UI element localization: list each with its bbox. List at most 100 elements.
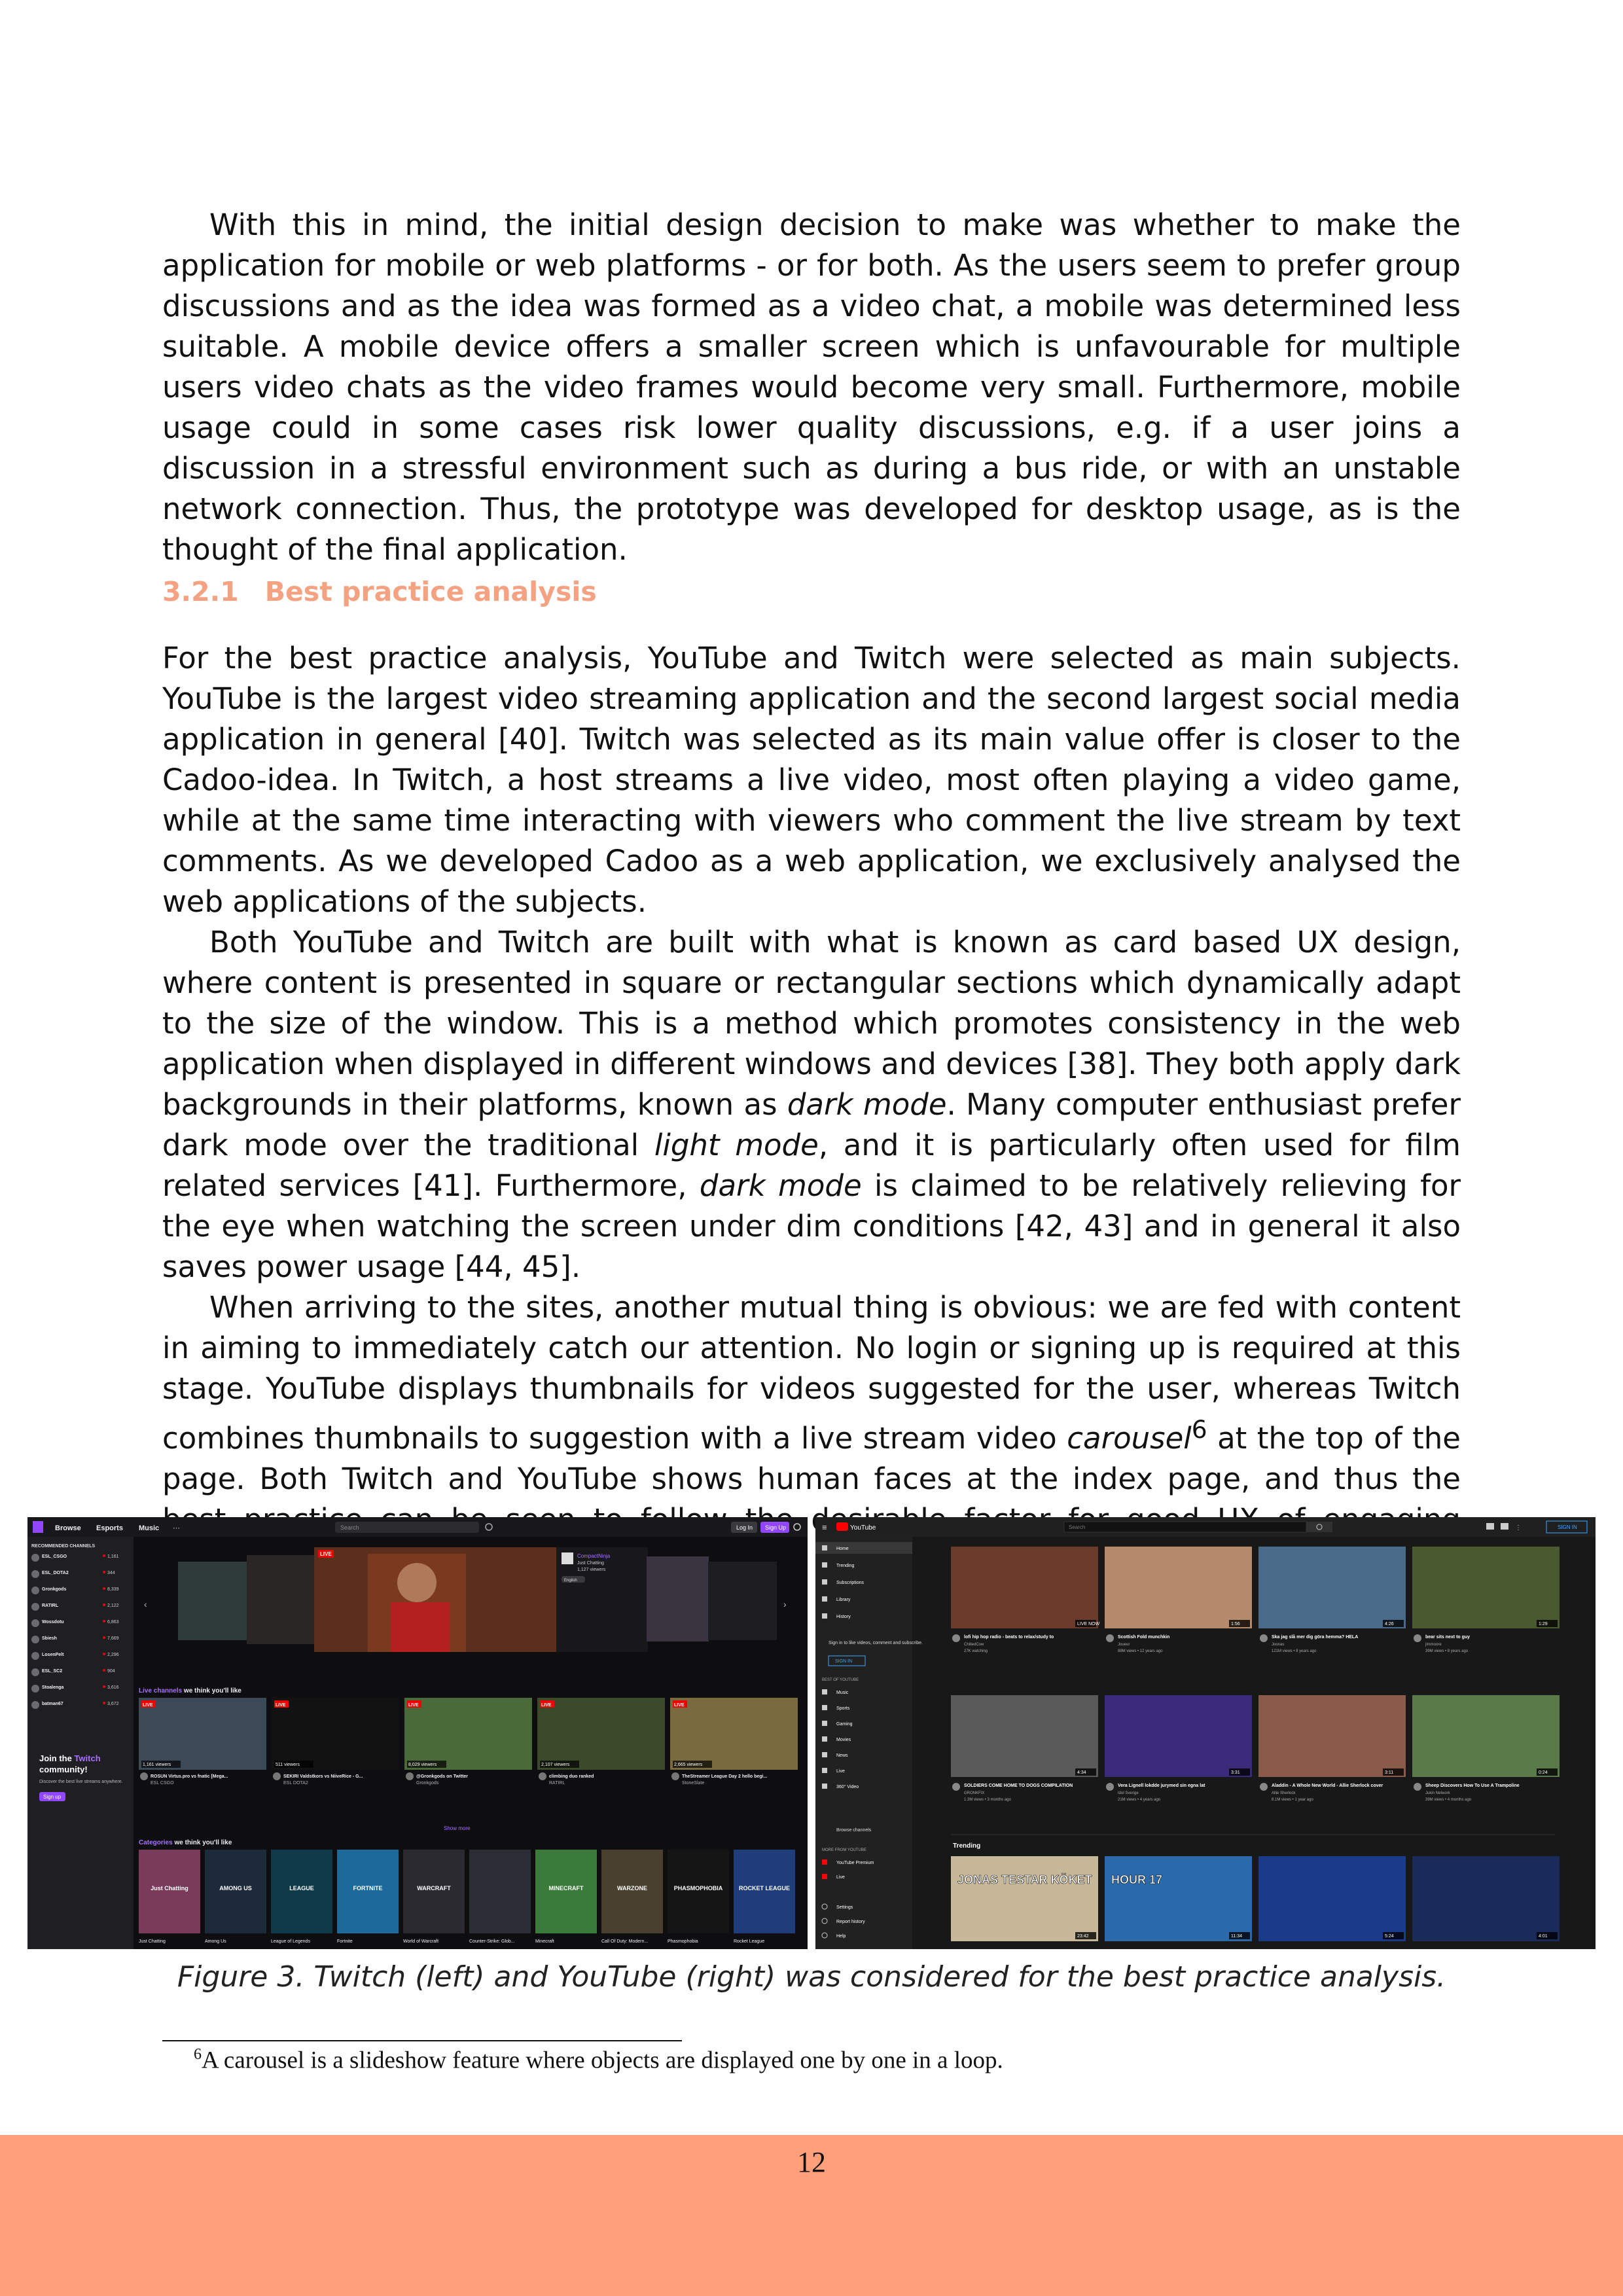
sidebar-more-item[interactable]: Live: [836, 1875, 845, 1880]
video-title[interactable]: Scottish Fold munchkin: [1118, 1635, 1169, 1640]
category-boxart[interactable]: [734, 1850, 795, 1933]
carousel-side-card[interactable]: [708, 1562, 777, 1640]
more-icon[interactable]: ···: [173, 1524, 180, 1532]
channel-name[interactable]: Sbiesh: [42, 1636, 57, 1641]
avatar[interactable]: [1260, 1634, 1268, 1642]
stream-title[interactable]: @Gronkgods on Twitter: [416, 1774, 468, 1779]
video-thumbnail[interactable]: [1258, 1695, 1406, 1777]
video-thumbnail[interactable]: [1258, 1547, 1406, 1628]
category-name[interactable]: Minecraft: [535, 1939, 554, 1944]
sidebar-nav-item[interactable]: History: [836, 1615, 851, 1619]
category-boxart[interactable]: [205, 1850, 266, 1933]
category-name[interactable]: Among Us: [205, 1939, 226, 1944]
category-boxart[interactable]: [601, 1850, 663, 1933]
video-channel[interactable]: Idol Sverige: [1118, 1791, 1139, 1795]
avatar[interactable]: [31, 1685, 39, 1693]
video-thumbnail[interactable]: [951, 1695, 1098, 1777]
video-channel[interactable]: GRONKFIX: [964, 1791, 984, 1795]
category-name[interactable]: Just Chatting: [139, 1939, 166, 1944]
sidebar-category-item[interactable]: Sports: [836, 1706, 850, 1711]
more-icon[interactable]: ⋮: [1515, 1524, 1522, 1532]
avatar[interactable]: [671, 1772, 679, 1780]
avatar[interactable]: [31, 1603, 39, 1611]
avatar[interactable]: [31, 1668, 39, 1676]
trending-thumbnail[interactable]: [1412, 1856, 1560, 1941]
avatar[interactable]: [31, 1587, 39, 1594]
video-channel[interactable]: Joonas: [1272, 1643, 1284, 1647]
youtube-search-input[interactable]: [1063, 1521, 1307, 1533]
stream-channel[interactable]: Gronkgods: [416, 1781, 439, 1785]
stream-title[interactable]: SEKIRI Valdstkors vs NiiveRice - G...: [283, 1774, 363, 1779]
category-boxart[interactable]: [469, 1850, 531, 1933]
live-thumbnail[interactable]: [404, 1698, 532, 1770]
twitch-logo-icon[interactable]: [33, 1521, 43, 1533]
channel-name[interactable]: Wossdotu: [42, 1620, 64, 1624]
sidebar-category-item[interactable]: Live: [836, 1769, 845, 1774]
sidebar-category-item[interactable]: News: [836, 1753, 848, 1758]
video-channel[interactable]: Jukin Network: [1425, 1791, 1451, 1795]
sidebar-nav-item[interactable]: Home: [836, 1547, 849, 1551]
sidebar-category-item[interactable]: Gaming: [836, 1722, 853, 1727]
create-video-icon[interactable]: [1486, 1523, 1494, 1530]
stream-title[interactable]: climbing duo ranked: [549, 1774, 594, 1779]
stream-title[interactable]: TheStreamer League Day 2 hello begi...: [682, 1774, 767, 1779]
category-boxart[interactable]: [271, 1850, 332, 1933]
video-title[interactable]: Sheep Discovers How To Use A Trampoline: [1425, 1784, 1520, 1788]
channel-name[interactable]: ESL_SC2: [42, 1669, 62, 1674]
video-channel[interactable]: Allie Sherlock: [1272, 1791, 1296, 1795]
youtube-logo-text[interactable]: YouTube: [850, 1524, 876, 1532]
video-title[interactable]: Ska jag slå mer dig göra hemma? HELA: [1272, 1634, 1358, 1640]
avatar[interactable]: [31, 1652, 39, 1660]
video-thumbnail[interactable]: [1105, 1695, 1252, 1777]
stream-channel[interactable]: StoneSlate: [682, 1781, 704, 1785]
footnote-ref[interactable]: 6: [1192, 1415, 1207, 1444]
trending-thumbnail[interactable]: [1258, 1856, 1406, 1941]
featured-channel-name[interactable]: CompactNinja: [577, 1553, 611, 1559]
category-boxart[interactable]: [337, 1850, 399, 1933]
avatar[interactable]: [31, 1701, 39, 1709]
avatar[interactable]: [1260, 1783, 1268, 1791]
avatar[interactable]: [31, 1636, 39, 1643]
carousel-prev-icon[interactable]: ‹: [144, 1599, 147, 1609]
carousel-next-icon[interactable]: ›: [783, 1599, 787, 1609]
category-name[interactable]: League of Legends: [271, 1939, 310, 1944]
sidebar-settings-item[interactable]: Settings: [836, 1905, 853, 1910]
video-title[interactable]: Aladdin - A Whole New World - Allie Sher…: [1272, 1784, 1383, 1788]
carousel-side-card[interactable]: [178, 1562, 253, 1640]
stream-title[interactable]: ROSUN Virtus.pro vs fnatic [Mega...: [151, 1774, 228, 1779]
video-title[interactable]: lofi hip hop radio - beats to relax/stud…: [964, 1635, 1054, 1640]
live-thumbnail[interactable]: [670, 1698, 798, 1770]
avatar[interactable]: [562, 1552, 573, 1564]
video-title[interactable]: Vera Lignell lokdde jurymed sin egna lat: [1118, 1784, 1205, 1788]
avatar[interactable]: [1414, 1783, 1421, 1791]
channel-name[interactable]: batman67: [42, 1702, 63, 1706]
stream-channel[interactable]: ESL CSGO: [151, 1781, 174, 1785]
live-thumbnail[interactable]: [272, 1698, 399, 1770]
video-channel[interactable]: jimmoore: [1425, 1643, 1442, 1647]
avatar[interactable]: [1106, 1634, 1114, 1642]
channel-name[interactable]: ESL_CSGO: [42, 1554, 67, 1559]
category-boxart[interactable]: [668, 1850, 729, 1933]
avatar[interactable]: [31, 1570, 39, 1578]
twitch-nav-esports[interactable]: Esports: [96, 1524, 123, 1532]
sidebar-more-item[interactable]: YouTube Premium: [836, 1861, 874, 1865]
category-boxart[interactable]: [535, 1850, 597, 1933]
video-title[interactable]: bear sits next to guy: [1425, 1635, 1470, 1640]
sidebar-settings-item[interactable]: Report history: [836, 1920, 865, 1924]
trending-thumbnail[interactable]: [951, 1856, 1098, 1941]
sidebar-category-item[interactable]: Music: [836, 1691, 849, 1695]
category-name[interactable]: World of Warcraft: [403, 1939, 438, 1944]
video-channel[interactable]: ChilledCow: [964, 1643, 984, 1647]
category-name[interactable]: Rocket League: [734, 1939, 764, 1944]
channel-name[interactable]: ESL_DOTA2: [42, 1571, 69, 1575]
stream-channel[interactable]: RATIRL: [549, 1781, 565, 1785]
avatar[interactable]: [31, 1554, 39, 1562]
youtube-search-button[interactable]: [1306, 1522, 1332, 1532]
stream-channel[interactable]: ESL DOTA2: [283, 1781, 308, 1785]
youtube-logo-icon[interactable]: [836, 1522, 848, 1531]
avatar[interactable]: [1414, 1634, 1421, 1642]
sidebar-nav-item[interactable]: Trending: [836, 1564, 854, 1568]
channel-name[interactable]: Gronkgods: [42, 1587, 66, 1592]
avatar[interactable]: [952, 1783, 960, 1791]
sidebar-category-item[interactable]: 360° Video: [836, 1784, 859, 1789]
